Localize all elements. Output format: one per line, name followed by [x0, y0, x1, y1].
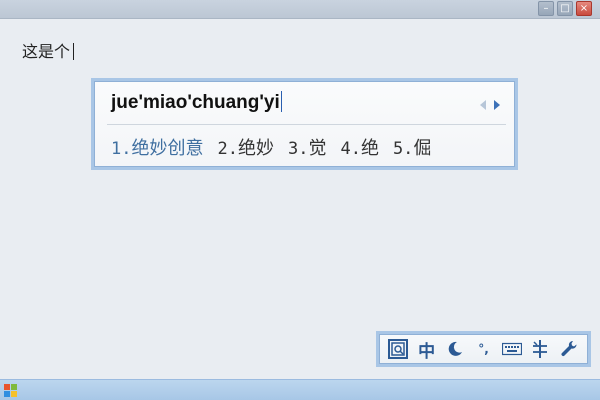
taskbar [0, 379, 600, 400]
close-button[interactable]: × [576, 1, 592, 16]
pinyin-composition: jue'miao'chuang'yi [111, 91, 282, 114]
text-editor-area[interactable]: 这是个 [22, 38, 75, 62]
candidate-3[interactable]: 3.觉 [288, 134, 326, 160]
ime-logo-button[interactable] [387, 338, 409, 360]
next-page-arrow-icon[interactable] [494, 100, 500, 110]
pinyin-text: jue'miao'chuang'yi [111, 92, 280, 113]
settings-button[interactable] [558, 338, 580, 360]
ime-candidate-panel: jue'miao'chuang'yi 1.绝妙创意 2.绝妙 3.觉 4.绝 5… [95, 82, 514, 166]
soft-keyboard-icon [501, 342, 522, 356]
ime-logo-icon [388, 339, 409, 359]
half-width-moon-icon [448, 341, 463, 356]
page-arrows [480, 100, 500, 110]
desktop-window: – □ × 这是个 jue'miao'chuang'yi 1.绝妙创意 2.绝妙… [0, 0, 600, 400]
maximize-button[interactable]: □ [557, 1, 573, 16]
simplified-traditional-icon [533, 340, 548, 358]
minimize-button[interactable]: – [538, 1, 554, 16]
text-caret [73, 43, 75, 60]
settings-wrench-icon [561, 340, 577, 357]
punctuation-icon: °, [478, 342, 489, 356]
ime-status-toolbar: 中 °, [380, 335, 587, 363]
ime-status-bar: 中 °, [376, 331, 591, 367]
window-titlebar[interactable]: – □ × [0, 0, 600, 19]
candidate-2[interactable]: 2.绝妙 [217, 134, 273, 160]
candidate-5[interactable]: 5.倔 [393, 134, 431, 160]
ime-candidate-window: jue'miao'chuang'yi 1.绝妙创意 2.绝妙 3.觉 4.绝 5… [91, 78, 518, 170]
half-width-button[interactable] [444, 338, 466, 360]
language-mode-button[interactable]: 中 [416, 338, 438, 362]
composition-caret [280, 91, 282, 112]
soft-keyboard-button[interactable] [501, 338, 523, 360]
language-mode-label: 中 [418, 341, 436, 362]
punctuation-button[interactable]: °, [472, 338, 494, 360]
candidate-4[interactable]: 4.绝 [340, 134, 378, 160]
candidate-1[interactable]: 1.绝妙创意 [111, 134, 203, 160]
candidate-list: 1.绝妙创意 2.绝妙 3.觉 4.绝 5.倔 [111, 134, 431, 160]
simplified-traditional-button[interactable] [529, 338, 551, 360]
typed-text: 这是个 [22, 42, 71, 61]
prev-page-arrow-icon[interactable] [480, 100, 486, 110]
candidate-divider [107, 124, 506, 125]
windows-start-icon[interactable] [4, 384, 17, 397]
